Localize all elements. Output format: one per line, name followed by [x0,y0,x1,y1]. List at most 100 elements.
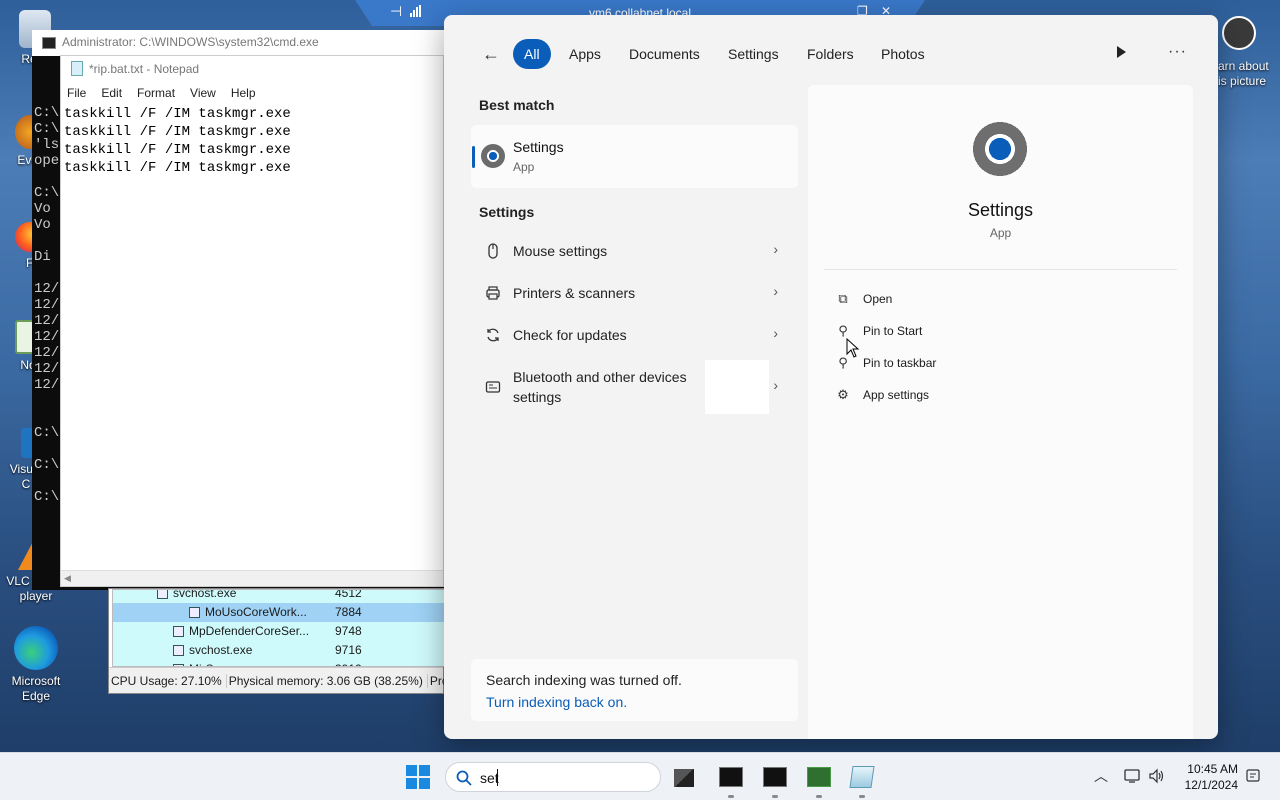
notifications-icon[interactable] [1245,768,1261,784]
tab-photos[interactable]: Photos [870,39,936,69]
cmd-taskbar-icon[interactable] [763,767,787,787]
text-line: taskkill /F /IM taskmgr.exe [64,160,291,176]
cmd-titlebar[interactable]: Administrator: C:\WINDOWS\system32\cmd.e… [32,30,452,56]
clock-date: 12/1/2024 [1184,778,1238,792]
settings-item-bluetooth[interactable]: Bluetooth and other devices settings › [471,360,798,414]
notepad-titlebar[interactable]: *rip.bat.txt - Notepad [61,56,443,82]
mouse-icon [488,243,498,259]
settings-item-label: Printers & scanners [513,285,636,301]
desktop-icon-edge[interactable]: Microsoft Edge [5,626,67,704]
horizontal-scrollbar[interactable]: ◀ [61,570,443,586]
process-name: Mi-S... [189,660,224,666]
chevron-right-icon: › [773,283,778,299]
text-line: taskkill /F /IM taskmgr.exe [64,106,291,122]
process-icon [157,590,168,599]
chevron-right-icon: › [773,241,778,257]
running-indicator [816,795,822,798]
action-open[interactable]: ⧉ Open [838,291,892,306]
devices-icon [485,381,501,393]
process-row[interactable]: svchost.exe 9716 [113,641,444,660]
best-match-settings[interactable]: Settings App [471,125,798,188]
menu-view[interactable]: View [190,86,216,100]
chevron-up-icon[interactable]: ︿ [1094,766,1108,786]
process-icon [173,626,184,637]
blank-overlay [705,360,769,414]
settings-item-mouse[interactable]: Mouse settings › [471,241,798,263]
network-icon[interactable] [1124,768,1142,784]
turn-indexing-on-link[interactable]: Turn indexing back on. [486,694,627,710]
volume-icon[interactable] [1148,768,1166,784]
settings-item-printers[interactable]: Printers & scanners › [471,283,798,305]
gear-icon [481,144,505,168]
account-icon[interactable] [1222,16,1256,50]
learn-about-line: arn about [1218,59,1269,73]
play-icon[interactable] [1117,46,1126,58]
tab-all[interactable]: All [513,39,551,69]
process-name: svchost.exe [189,643,253,657]
more-options-icon[interactable]: ··· [1168,43,1187,61]
task-view-icon[interactable] [674,769,694,787]
detail-pane: Settings App ⧉ Open ⚲ Pin to Start ⚲ Pin to… [808,85,1193,739]
process-row[interactable]: svchost.exe 4512 [113,589,444,603]
back-arrow-icon[interactable]: ← [482,44,500,65]
chevron-right-icon: › [773,325,778,341]
process-pid: 3912 [335,660,362,666]
action-label: Pin to taskbar [863,356,937,370]
notepad-taskbar-icon[interactable] [849,766,875,788]
edge-icon [14,626,58,670]
tab-documents[interactable]: Documents [618,39,711,69]
printer-icon [486,286,500,300]
notepad-text-area[interactable]: taskkill /F /IM taskmgr.exe taskkill /F … [61,104,443,178]
process-row[interactable]: MoUsoCoreWork... 7884 [113,603,444,622]
tab-settings[interactable]: Settings [717,39,790,69]
mouse-cursor-icon [846,338,860,358]
process-row[interactable]: Mi-S... 3912 [113,660,444,666]
search-input[interactable]: set [480,770,499,786]
notepad-menubar: File Edit Format View Help [61,82,443,104]
cmd-title: Administrator: C:\WINDOWS\system32\cmd.e… [62,35,319,49]
taskbar-search-box[interactable]: set [445,762,661,792]
detail-subtitle: App [989,226,1012,240]
open-external-icon: ⧉ [838,291,848,306]
action-pin-to-start[interactable]: ⚲ Pin to Start [838,323,922,338]
notepad-title: *rip.bat.txt - Notepad [89,62,200,76]
clock[interactable]: 10:45 AM 12/1/2024 [1180,761,1238,793]
process-pid: 7884 [335,605,362,619]
action-pin-to-taskbar[interactable]: ⚲ Pin to taskbar [838,355,937,370]
start-button[interactable] [406,765,430,789]
indexing-notice: Search indexing was turned off. Turn ind… [471,659,798,721]
menu-file[interactable]: File [67,86,86,100]
menu-edit[interactable]: Edit [101,86,122,100]
settings-item-check-updates[interactable]: Check for updates › [471,325,798,347]
task-manager-taskbar-icon[interactable] [807,767,831,787]
settings-item-label: settings [513,389,562,405]
best-match-title: Settings [513,139,564,155]
process-icon [189,607,200,618]
menu-help[interactable]: Help [231,86,256,100]
chevron-right-icon: › [773,377,778,393]
settings-item-label: Check for updates [513,327,627,343]
process-pid: 9716 [335,643,362,657]
search-icon [456,770,472,786]
menu-format[interactable]: Format [137,86,175,100]
cmd-taskbar-icon[interactable] [719,767,743,787]
tab-apps[interactable]: Apps [558,39,612,69]
action-label: App settings [863,388,930,402]
windows-logo-icon [419,765,430,776]
text-line: taskkill /F /IM taskmgr.exe [64,142,291,158]
tab-folders[interactable]: Folders [796,39,865,69]
scroll-left-icon[interactable]: ◀ [64,573,71,584]
windows-logo-icon [419,778,430,789]
notepad-window[interactable]: *rip.bat.txt - Notepad File Edit Format … [60,55,444,587]
learn-about-picture-link[interactable]: arn about is picture [1218,59,1269,89]
search-panel: ← All Apps Documents Settings Folders Ph… [444,15,1218,739]
process-name: svchost.exe [173,589,237,600]
clock-time: 10:45 AM [1187,762,1238,776]
gear-icon [968,117,1032,181]
running-indicator [859,795,865,798]
text-caret [497,769,498,786]
task-manager-window[interactable]: svchost.exe 4512 MoUsoCoreWork... 7884 MpDef… [108,588,461,694]
divider [824,269,1177,270]
action-app-settings[interactable]: ⚙ App settings [837,387,930,402]
process-row[interactable]: MpDefenderCoreSer... 9748 [113,622,444,641]
